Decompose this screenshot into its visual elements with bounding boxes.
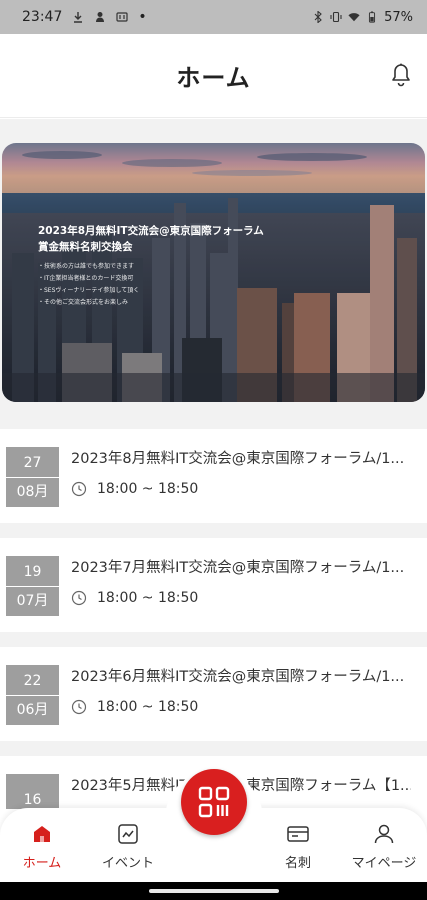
event-chart-icon [118, 824, 138, 844]
home-gesture-handle[interactable] [149, 889, 279, 893]
dot-icon: • [138, 9, 147, 25]
download-icon [74, 12, 83, 23]
wifi-icon [348, 13, 360, 22]
event-banner[interactable]: 2023年8月無料IT交流会@東京国際フォーラム 賞金無料名刺交換会 ・技術系の… [2, 143, 425, 402]
event-date-box: 22 06月 [6, 665, 59, 725]
nav-home[interactable]: ホーム [0, 822, 87, 871]
status-time: 23:47 [22, 9, 63, 25]
home-feed[interactable]: 2023年8月無料IT交流会@東京国際フォーラム 賞金無料名刺交換会 ・技術系の… [0, 119, 427, 809]
clock-icon [71, 590, 87, 606]
event-date-box: 19 07月 [6, 556, 59, 616]
nfc-icon [116, 12, 128, 22]
event-month: 08月 [16, 483, 49, 500]
app-header: ホーム [0, 34, 427, 118]
status-bar: 23:47 • 57% [0, 0, 427, 34]
bell-icon[interactable] [389, 62, 413, 88]
event-card[interactable]: 19 07月 2023年7月無料IT交流会@東京国際フォーラム/1... 18:… [0, 538, 427, 632]
event-title: 2023年6月無料IT交流会@東京国際フォーラム/1... [71, 669, 405, 685]
business-card-icon [287, 826, 309, 842]
banner-subtitle: 賞金無料名刺交換会 [38, 241, 133, 253]
event-date-box: 16 [6, 774, 59, 809]
event-time: 18:00 ~ 18:50 [97, 481, 199, 497]
nav-event-label: イベント [101, 856, 154, 871]
page-title: ホーム [176, 64, 251, 92]
event-card[interactable]: 27 08月 2023年8月無料IT交流会@東京国際フォーラム/1... 18:… [0, 429, 427, 523]
battery-level: 57% [384, 9, 413, 25]
event-card[interactable]: 22 06月 2023年6月無料IT交流会@東京国際フォーラム/1... 18:… [0, 647, 427, 741]
nav-card-label: 名刺 [284, 856, 311, 871]
event-day: 22 [23, 672, 42, 689]
event-date-box: 27 08月 [6, 447, 59, 507]
user-icon [374, 824, 394, 844]
banner-title: 2023年8月無料IT交流会@東京国際フォーラム [38, 225, 264, 237]
event-time-row: 18:00 ~ 18:50 [71, 699, 198, 715]
event-time: 18:00 ~ 18:50 [97, 590, 199, 606]
nav-mypage[interactable]: マイページ [339, 822, 427, 871]
battery-icon [369, 11, 376, 23]
bluetooth-icon [314, 11, 322, 23]
person-icon [96, 12, 105, 22]
home-icon [34, 826, 50, 842]
event-month: 07月 [16, 592, 49, 609]
banner-bullet: ・その他ご交流会形式をお楽しみ [38, 299, 129, 306]
event-day: 19 [23, 563, 42, 580]
banner-bullet: ・技術系の方は誰でも参加できます [38, 263, 135, 270]
event-day: 27 [23, 454, 42, 471]
nav-home-label: ホーム [22, 856, 62, 871]
qr-scan-icon [198, 786, 230, 818]
event-day: 16 [23, 791, 42, 808]
nav-mypage-label: マイページ [351, 856, 417, 871]
event-month: 06月 [16, 701, 49, 718]
event-time-row: 18:00 ~ 18:50 [71, 590, 198, 606]
nav-event[interactable]: イベント [83, 822, 173, 871]
banner-text: 2023年8月無料IT交流会@東京国際フォーラム 賞金無料名刺交換会 ・技術系の… [38, 223, 264, 309]
banner-bullet: ・SESヴィーナリーテイ参加して頂く [38, 287, 140, 294]
vibrate-icon [330, 11, 342, 23]
event-title: 2023年8月無料IT交流会@東京国際フォーラム/1... [71, 451, 405, 467]
nav-card[interactable]: 名刺 [253, 822, 343, 871]
clock-icon [71, 699, 87, 715]
event-title: 2023年7月無料IT交流会@東京国際フォーラム/1... [71, 560, 405, 576]
clock-icon [71, 481, 87, 497]
qr-scan-button[interactable] [181, 769, 247, 835]
banner-bullet: ・IT企業担当者様とのカード交換可 [38, 275, 134, 282]
system-navigation-bar [0, 882, 427, 900]
event-time: 18:00 ~ 18:50 [97, 699, 199, 715]
event-time-row: 18:00 ~ 18:50 [71, 481, 198, 497]
